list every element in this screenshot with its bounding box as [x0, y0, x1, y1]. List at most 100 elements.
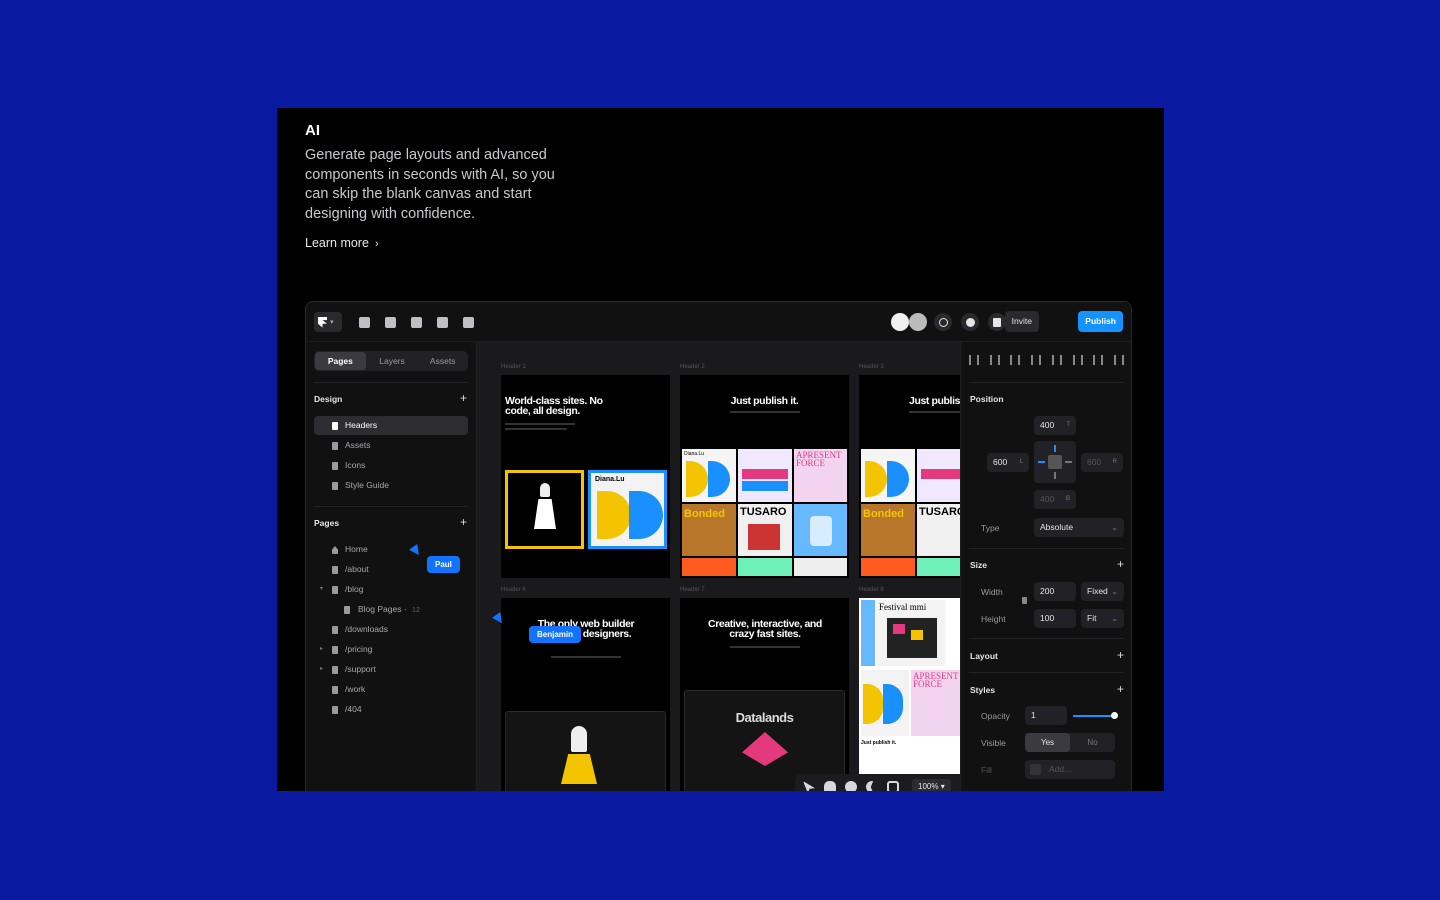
visible-no-option[interactable]: No [1070, 733, 1115, 752]
fill-input[interactable]: Add... [1025, 760, 1115, 779]
constraint-top[interactable] [1054, 445, 1056, 452]
position-right-input[interactable]: 600 R [1081, 453, 1123, 472]
height-input[interactable]: 100 [1034, 609, 1076, 628]
site-settings-button[interactable] [934, 313, 952, 331]
opacity-input[interactable]: 1 [1025, 706, 1067, 725]
page-item-work[interactable]: /work [314, 680, 468, 699]
frame-header-7[interactable]: Creative, interactive, and crazy fast si… [680, 598, 849, 791]
page-icon [332, 646, 338, 654]
chevron-down-icon: ▾ [330, 319, 334, 326]
invite-button[interactable]: Invite [1004, 311, 1039, 332]
frame-header-6[interactable]: The only web builder loved by designers. [501, 598, 670, 791]
feature-title: AI [305, 122, 320, 139]
align-center-v-icon[interactable] [1051, 355, 1062, 365]
nav-item-label: /downloads [345, 624, 389, 634]
position-top-input[interactable]: 400 T [1034, 416, 1076, 435]
tab-assets[interactable]: Assets [417, 351, 468, 371]
insert-button[interactable] [355, 313, 373, 331]
add-layout-button[interactable]: + [1117, 648, 1124, 662]
type-select[interactable]: Absolute ⌄ [1034, 518, 1124, 537]
opacity-slider[interactable] [1073, 712, 1118, 719]
constraint-left[interactable] [1038, 461, 1045, 463]
thumb-text: Festival mmi [879, 602, 927, 612]
design-item-style-guide[interactable]: Style Guide [314, 476, 468, 495]
lock-aspect-icon[interactable] [1022, 597, 1027, 604]
publish-button[interactable]: Publish [1078, 311, 1123, 332]
nav-item-label: /pricing [345, 644, 373, 654]
page-item-blog[interactable]: ▾ /blog [314, 580, 468, 599]
thumb-image: Diana.Lu [682, 449, 736, 502]
page-item-downloads[interactable]: /downloads [314, 620, 468, 639]
thumb-image: Festival mmi [877, 600, 945, 666]
grid-icon[interactable] [887, 781, 899, 791]
learn-more-link[interactable]: Learn more › [305, 236, 379, 250]
collaborator-avatar[interactable] [909, 313, 927, 331]
position-left-input[interactable]: 600 L [987, 453, 1029, 472]
constraint-right[interactable] [1065, 461, 1072, 463]
frame-header-1[interactable]: World-class sites. No code, all design. … [501, 375, 670, 578]
page-icon [332, 666, 338, 674]
hand-tool-icon[interactable] [824, 781, 836, 791]
height-mode-select[interactable]: Fit ⌄ [1081, 609, 1124, 628]
add-design-page-button[interactable]: + [460, 391, 467, 405]
design-section-heading: Design [314, 394, 343, 404]
cms-icon [462, 316, 474, 328]
align-bottom-icon[interactable] [1072, 355, 1083, 365]
text-button[interactable] [407, 313, 425, 331]
tab-layers[interactable]: Layers [367, 351, 418, 371]
layout-button[interactable] [381, 313, 399, 331]
frame-header-8[interactable]: Festival mmi APRESENT FORCE Just publish… [859, 598, 960, 791]
constraint-bottom[interactable] [1054, 472, 1056, 479]
distribute-h-icon[interactable] [1093, 355, 1104, 365]
thumb-image: TUSARO [917, 504, 960, 556]
panel-tabs: Pages Layers Assets [314, 351, 468, 371]
width-mode-select[interactable]: Fixed ⌄ [1081, 582, 1124, 601]
page-item-support[interactable]: ▸ /support [314, 660, 468, 679]
align-right-icon[interactable] [1010, 355, 1021, 365]
design-item-headers[interactable]: Headers [314, 416, 468, 435]
design-item-icons[interactable]: Icons [314, 456, 468, 475]
design-canvas[interactable]: Header 1 World-class sites. No code, all… [477, 342, 960, 791]
type-label: Type [981, 523, 1000, 533]
distribute-v-icon[interactable] [1113, 355, 1124, 365]
analytics-button[interactable] [988, 313, 1006, 331]
opacity-slider-knob[interactable] [1111, 712, 1118, 719]
comment-tool-icon[interactable] [845, 781, 857, 791]
visible-yes-option[interactable]: Yes [1025, 733, 1070, 752]
add-style-button[interactable]: + [1117, 682, 1124, 696]
chevron-right-icon[interactable]: ▸ [320, 640, 323, 659]
add-page-button[interactable]: + [460, 515, 467, 529]
vector-button[interactable] [433, 313, 451, 331]
page-item-404[interactable]: /404 [314, 700, 468, 719]
page-item-pricing[interactable]: ▸ /pricing [314, 640, 468, 659]
design-item-assets[interactable]: Assets [314, 436, 468, 455]
width-label: Width [981, 587, 1003, 597]
user-avatar[interactable] [891, 313, 909, 331]
record-button[interactable] [961, 313, 979, 331]
cms-button[interactable] [459, 313, 477, 331]
align-left-icon[interactable] [969, 355, 979, 365]
collaborator-label-benjamin: Benjamin [529, 626, 582, 643]
thumb-text: APRESENT FORCE [796, 450, 842, 468]
frame-header-3[interactable]: Just publis Bonded TUSARO [859, 375, 960, 578]
dark-mode-icon[interactable] [866, 781, 874, 791]
home-icon [332, 546, 338, 554]
position-constraint-widget[interactable] [1034, 441, 1076, 483]
frame-label: Header 2 [680, 364, 705, 370]
select-tool-icon[interactable] [803, 781, 815, 791]
align-top-icon[interactable] [1031, 355, 1042, 365]
thumb-text: Diana.Lu [684, 451, 705, 457]
zoom-select[interactable]: 100% ▾ [912, 779, 951, 791]
position-bottom-input[interactable]: 400 B [1034, 490, 1076, 509]
frame-header-2[interactable]: Just publish it. Diana.Lu APRESENT FORCE… [680, 375, 849, 578]
tab-pages[interactable]: Pages [315, 352, 366, 370]
align-center-h-icon[interactable] [989, 355, 1000, 365]
page-item-blog-pages[interactable]: Blog Pages · 12 [314, 600, 468, 619]
app-menu-button[interactable]: ▾ [314, 312, 342, 332]
add-size-button[interactable]: + [1117, 557, 1124, 571]
cms-page-icon [344, 606, 350, 614]
chevron-right-icon[interactable]: ▸ [320, 660, 323, 679]
nav-item-label: Icons [345, 460, 366, 470]
chevron-down-icon[interactable]: ▾ [320, 580, 323, 599]
width-input[interactable]: 200 [1034, 582, 1076, 601]
